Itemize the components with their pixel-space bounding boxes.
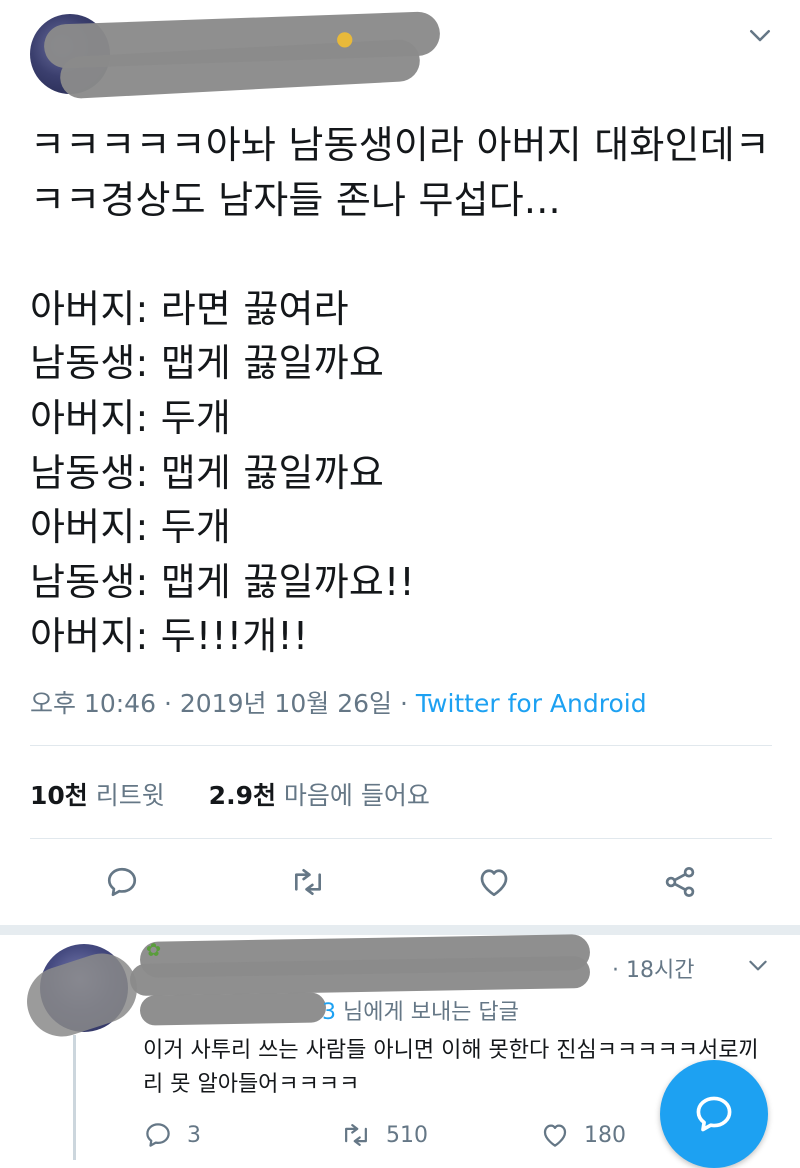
retweet-button[interactable] [288, 862, 328, 902]
heart-icon [480, 869, 508, 897]
share-button[interactable] [660, 862, 700, 902]
redacted-reply-handle [129, 955, 591, 997]
reply-button[interactable] [102, 862, 142, 902]
retweet-stat[interactable]: 10천 리트윗 [30, 781, 173, 810]
heart-icon [543, 1124, 567, 1147]
retweet-label: 리트윗 [95, 781, 165, 810]
tweet-date: 2019년 10월 26일 [179, 689, 392, 718]
reply-time: · 18시간 [612, 958, 695, 983]
replying-to: 3 님에게 보내는 답글 [322, 994, 519, 1026]
meta-separator: · [399, 689, 408, 718]
redacted-reply-to-handle [139, 992, 327, 1026]
chevron-down-icon[interactable] [745, 20, 775, 57]
reply-retweet-count: 510 [386, 1122, 428, 1148]
chevron-down-icon[interactable] [745, 952, 771, 982]
tweet-source-link[interactable]: Twitter for Android [416, 689, 647, 718]
redacted-avatar-scribble [17, 944, 147, 1046]
like-button[interactable] [474, 862, 514, 902]
reply-icon [146, 1123, 170, 1147]
meta-separator: · [163, 689, 172, 718]
like-count: 2.9천 [208, 781, 276, 810]
tweet-time: 오후 10:46 [30, 689, 156, 718]
compose-reply-button[interactable] [660, 1060, 768, 1168]
tweet-stats: 10천 리트윗 2.9천 마음에 들어요 [30, 776, 430, 812]
replying-to-handle[interactable]: 3 [322, 1000, 336, 1025]
retweet-count: 10천 [30, 781, 88, 810]
compose-reply-icon [696, 1096, 732, 1132]
retweet-icon [294, 868, 322, 896]
tweet-text: ㅋㅋㅋㅋㅋ아놔 남동생이라 아버지 대화인데ㅋㅋㅋ경상도 남자들 존나 무섭다.… [30, 123, 771, 659]
replying-to-label: 님에게 보내는 답글 [336, 1000, 519, 1025]
tweet-meta: 오후 10:46 · 2019년 10월 26일 · Twitter for A… [30, 684, 647, 720]
reply-like-button[interactable]: 180 [540, 1120, 626, 1150]
thread-line [73, 1035, 76, 1160]
reply-author-emoji-decoration: ✿ [146, 940, 162, 961]
reply-icon [107, 867, 137, 897]
like-stat[interactable]: 2.9천 마음에 들어요 [209, 781, 430, 810]
reply-like-count: 180 [584, 1122, 626, 1148]
reply-retweet-button[interactable]: 510 [340, 1120, 428, 1150]
divider [30, 838, 772, 839]
author-emoji-decoration: ● [336, 26, 354, 50]
share-icon [665, 867, 695, 897]
reply-reply-button[interactable]: 3 [143, 1120, 201, 1150]
like-label: 마음에 들어요 [283, 781, 430, 810]
retweet-icon [345, 1124, 367, 1146]
section-separator [0, 925, 800, 935]
reply-count: 3 [187, 1122, 201, 1148]
divider [30, 745, 772, 746]
